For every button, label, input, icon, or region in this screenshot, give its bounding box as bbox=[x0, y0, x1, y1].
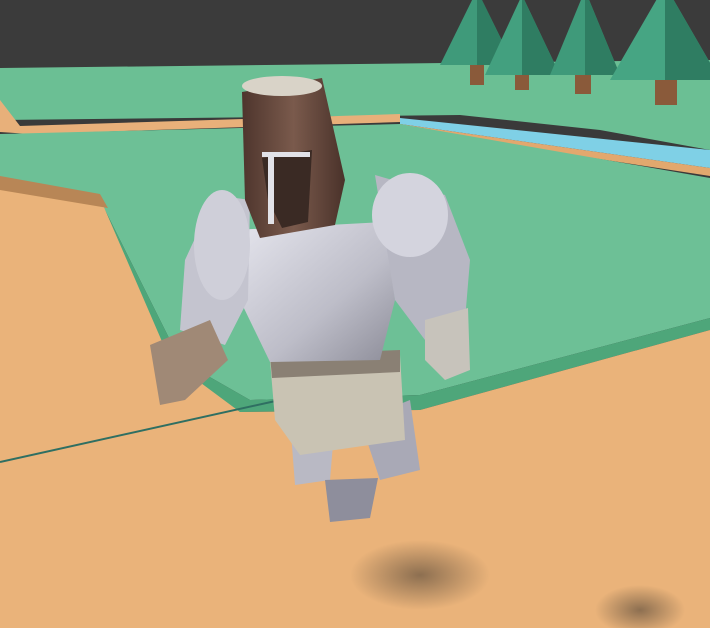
knight-pauldron-left bbox=[194, 190, 250, 300]
knight-pauldron-right bbox=[372, 173, 448, 257]
knight-visor-bar bbox=[262, 152, 310, 157]
knight-boot bbox=[325, 478, 378, 522]
game-viewport[interactable] bbox=[0, 0, 710, 628]
game-scene bbox=[0, 0, 710, 628]
knight-visor-slit bbox=[268, 154, 274, 224]
knight-helmet-top bbox=[242, 76, 322, 96]
character-shadow bbox=[350, 540, 490, 610]
